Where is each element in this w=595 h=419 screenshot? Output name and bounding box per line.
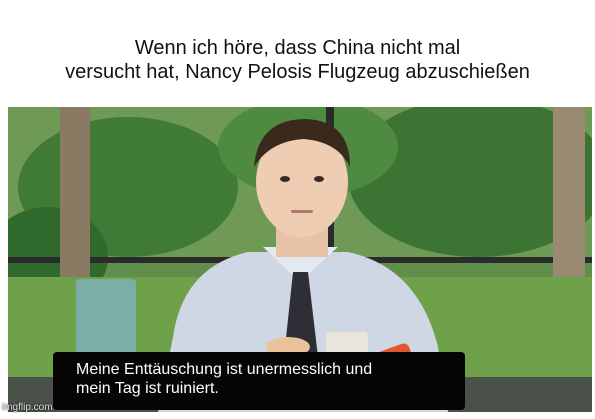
subtitle-line-2: mein Tag ist ruiniert. xyxy=(76,380,219,397)
meme-caption: Wenn ich höre, dass China nicht mal vers… xyxy=(0,36,595,84)
caption-line-1: Wenn ich höre, dass China nicht mal xyxy=(134,37,461,59)
imgflip-watermark: imgflip.com xyxy=(2,402,53,413)
subtitle-box: Meine Enttäuschung ist unermesslich und … xyxy=(53,352,465,410)
subtitle-line-1: Meine Enttäuschung ist unermesslich und xyxy=(76,361,373,378)
caption-line-2: versucht hat, Nancy Pelosis Flugzeug abz… xyxy=(65,61,530,83)
